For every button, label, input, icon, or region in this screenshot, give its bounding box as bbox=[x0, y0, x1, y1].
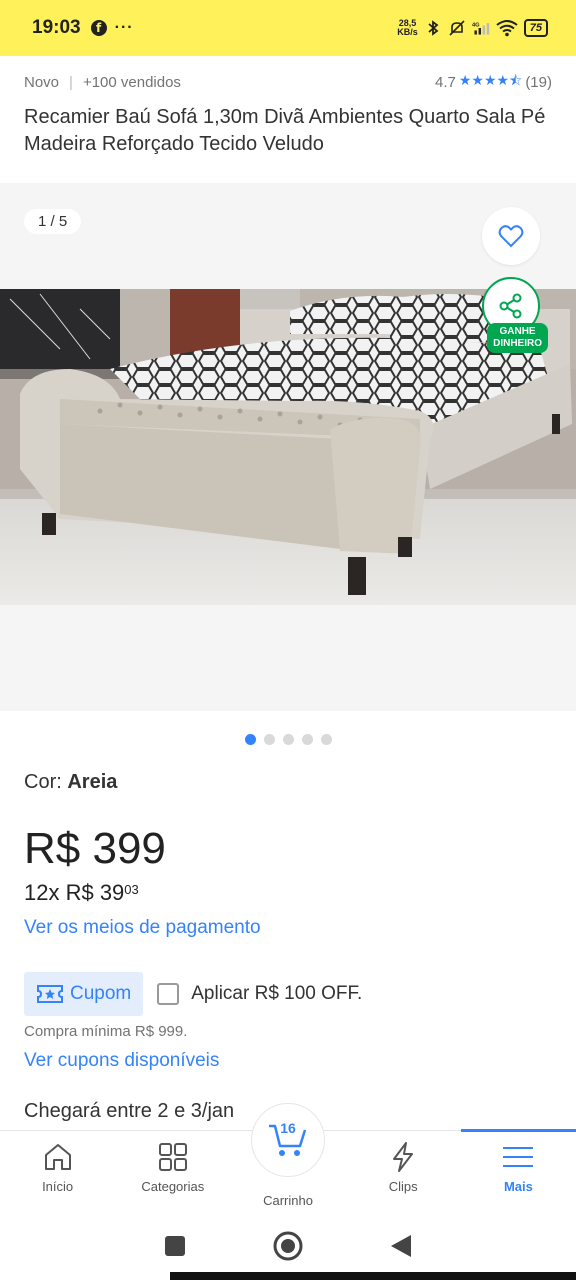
pagination-dot[interactable] bbox=[282, 734, 294, 745]
coupon-tag: Cupom bbox=[24, 972, 144, 1016]
home-icon bbox=[44, 1144, 71, 1170]
heart-icon bbox=[498, 225, 524, 248]
condition-label: Novo bbox=[24, 73, 60, 91]
payment-methods-link[interactable]: Ver os meios de pagamento bbox=[24, 917, 261, 939]
battery-indicator: 75 bbox=[523, 19, 548, 37]
nav-more-label: Mais bbox=[503, 1179, 533, 1194]
wifi-icon bbox=[496, 20, 518, 37]
back-icon[interactable] bbox=[389, 1233, 413, 1259]
sold-count: +100 vendidos bbox=[82, 73, 181, 91]
nav-clips-label: Clips bbox=[388, 1179, 418, 1194]
mute-icon bbox=[449, 20, 465, 36]
svg-text:4G: 4G bbox=[472, 22, 480, 28]
available-coupons-link[interactable]: Ver cupons disponíveis bbox=[24, 1050, 219, 1072]
earn-money-badge[interactable]: GANHE DINHEIRO bbox=[487, 323, 548, 353]
facebook-icon: f bbox=[90, 20, 107, 36]
gesture-bar bbox=[170, 1272, 576, 1280]
signal-icon: 4G bbox=[472, 22, 489, 35]
nav-categories[interactable]: Categorias bbox=[115, 1131, 230, 1212]
recent-apps-icon[interactable] bbox=[163, 1234, 187, 1258]
price: R$ 399 bbox=[24, 824, 166, 873]
product-title: Recamier Baú Sofá 1,30m Divã Ambientes Q… bbox=[24, 106, 546, 155]
color-value: Areia bbox=[67, 771, 118, 793]
cart-count-badge: 16 bbox=[280, 1120, 296, 1136]
color-label: Cor: bbox=[24, 771, 62, 793]
pagination-dot[interactable] bbox=[320, 734, 332, 745]
installments-cents: 03 bbox=[124, 882, 139, 897]
installments: 12x R$ 3903 bbox=[24, 880, 139, 905]
network-speed: 28,5 KB/s bbox=[397, 18, 418, 37]
rating-summary[interactable]: 4.7 ★★★★⯪ (19) bbox=[435, 70, 552, 94]
nav-cart-label: Carrinho bbox=[263, 1193, 313, 1208]
nav-home-label: Início bbox=[42, 1179, 74, 1194]
nav-more[interactable]: Mais bbox=[460, 1129, 576, 1212]
color-variant[interactable]: Cor: Areia bbox=[24, 771, 117, 794]
share-icon bbox=[499, 293, 522, 319]
pagination-dot[interactable] bbox=[301, 734, 313, 745]
grid-icon bbox=[158, 1143, 187, 1171]
cart-button[interactable]: 16 bbox=[251, 1103, 325, 1177]
apply-coupon-label[interactable]: Aplicar R$ 100 OFF. bbox=[191, 983, 362, 1005]
pagination-dot[interactable] bbox=[263, 734, 275, 745]
pagination-dot[interactable] bbox=[244, 734, 256, 745]
minimum-purchase-text: Compra mínima R$ 999. bbox=[24, 1023, 188, 1040]
apply-coupon-checkbox[interactable] bbox=[157, 983, 180, 1005]
image-counter: 1 / 5 bbox=[24, 209, 82, 234]
nav-categories-label: Categorias bbox=[141, 1179, 205, 1194]
meta-divider: | bbox=[69, 73, 73, 91]
system-navigation-bar bbox=[0, 1212, 576, 1280]
nav-cart[interactable]: 16 Carrinho bbox=[230, 1103, 345, 1212]
status-bar: 19:03 f ··· 28,5 KB/s 4G 75 bbox=[0, 0, 576, 56]
star-rating-icon: ★★★★⯪ bbox=[458, 73, 523, 89]
lightning-icon bbox=[393, 1142, 414, 1172]
coupon-icon bbox=[37, 985, 63, 1003]
bottom-navigation: Início Categorias 16 Carrinho Clips Mais bbox=[0, 1103, 576, 1212]
product-meta-row: Novo | +100 vendidos 4.7 ★★★★⯪ (19) bbox=[24, 70, 552, 94]
nav-clips[interactable]: Clips bbox=[346, 1131, 461, 1212]
review-count: (19) bbox=[525, 73, 552, 91]
home-button-icon[interactable] bbox=[272, 1230, 304, 1262]
nav-home[interactable]: Início bbox=[0, 1131, 115, 1212]
status-time: 19:03 bbox=[32, 17, 81, 38]
more-notifications-icon: ··· bbox=[114, 19, 134, 36]
favorite-button[interactable] bbox=[482, 207, 540, 265]
menu-icon bbox=[503, 1147, 534, 1167]
gallery-pagination[interactable] bbox=[0, 734, 576, 745]
coupon-label: Cupom bbox=[70, 983, 132, 1004]
rating-value: 4.7 bbox=[434, 73, 456, 91]
coupon-row: Cupom Aplicar R$ 100 OFF. bbox=[24, 972, 362, 1016]
bluetooth-icon bbox=[428, 20, 439, 36]
product-gallery[interactable]: 1 / 5 GANHE DINHEIRO bbox=[0, 183, 576, 711]
delivery-estimate: Chegará entre 2 e 3/jan bbox=[24, 1100, 235, 1122]
